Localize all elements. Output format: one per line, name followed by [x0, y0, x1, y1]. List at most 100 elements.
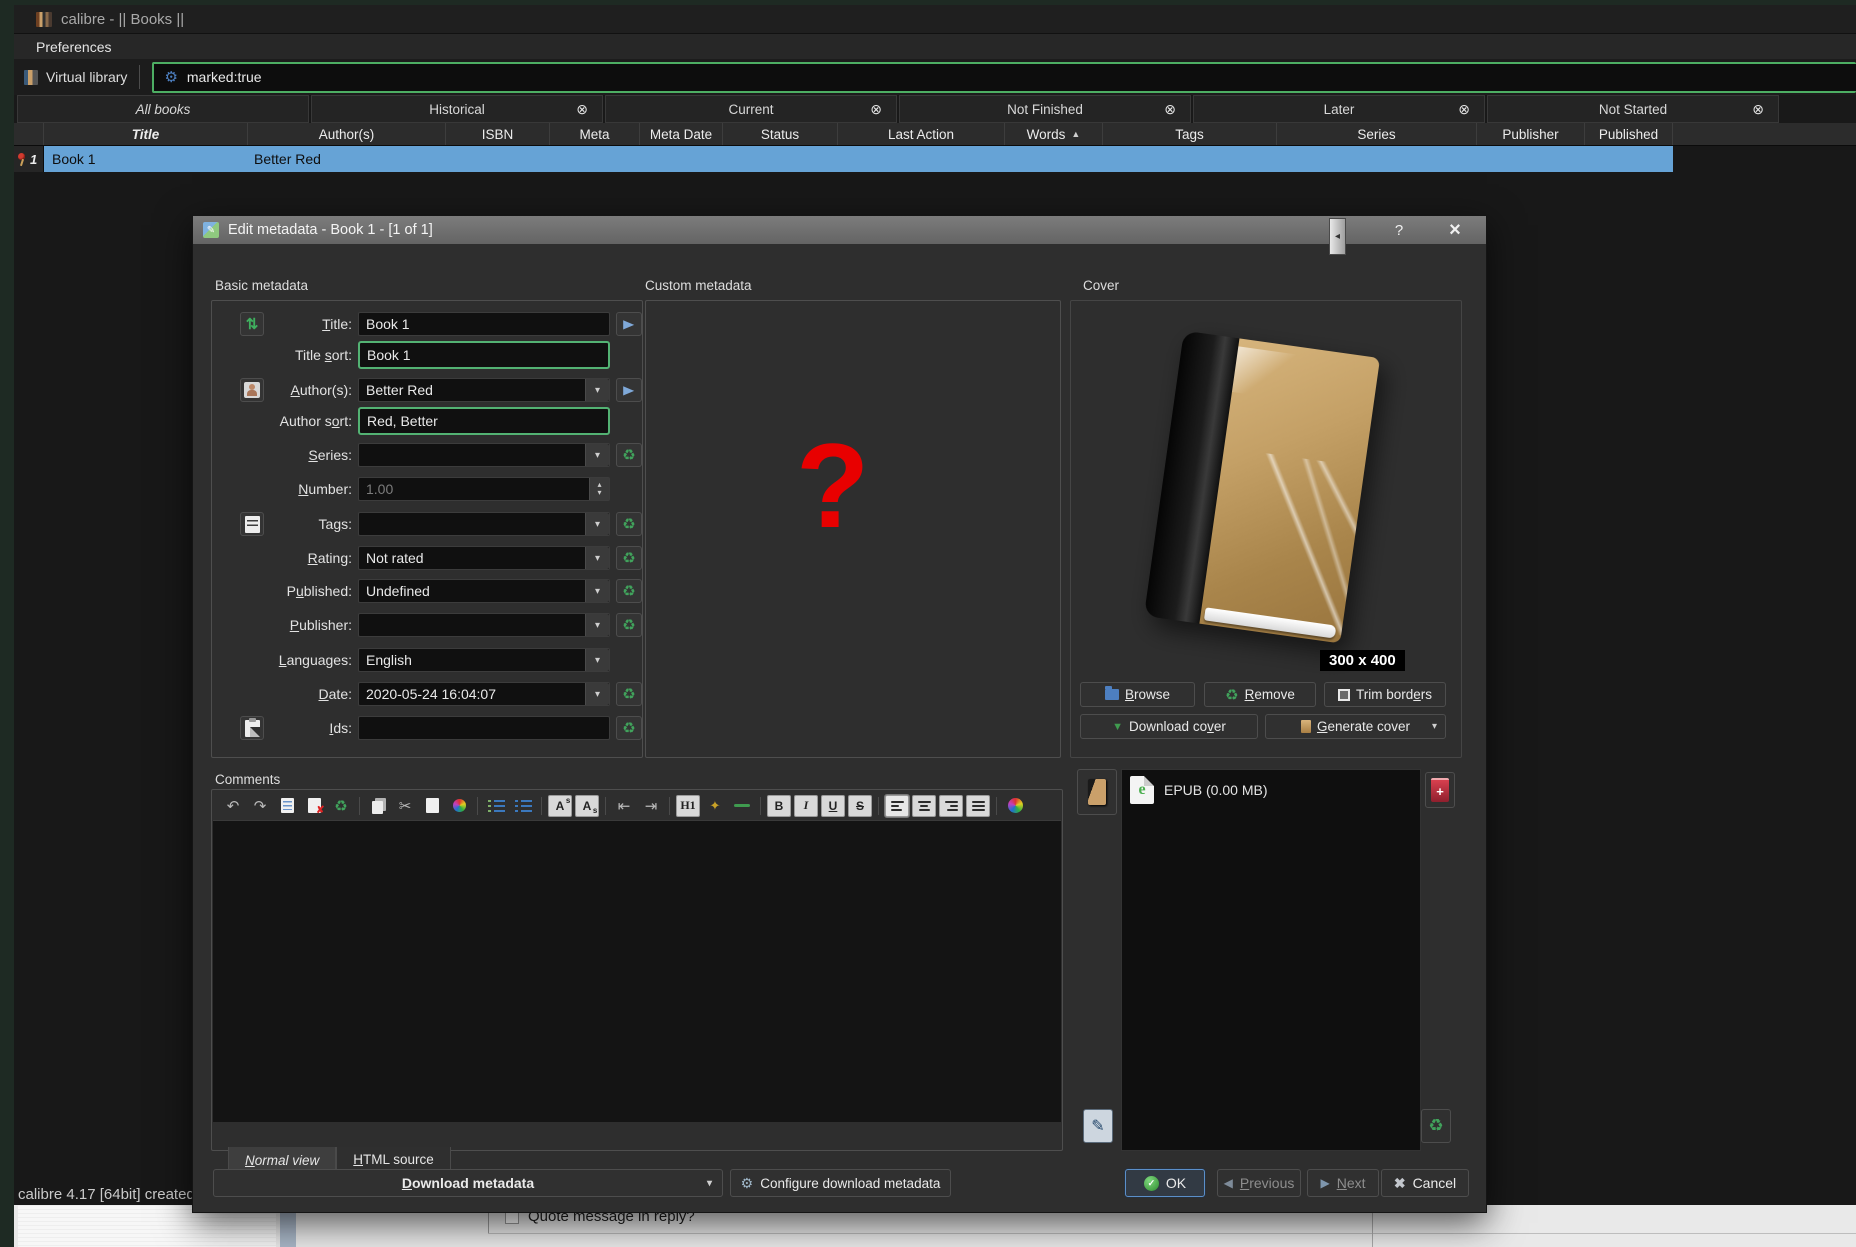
number-spinner[interactable]: 1.00 ▴▾ — [358, 477, 610, 501]
cancel-button[interactable]: ✖ Cancel — [1381, 1169, 1469, 1197]
header-last-action[interactable]: Last Action — [838, 123, 1005, 145]
date-combobox[interactable]: 2020-05-24 16:04:07 ▾ — [358, 682, 610, 706]
title-sort-input[interactable]: Book 1 — [358, 341, 610, 369]
published-clear-button[interactable]: ♻ — [616, 579, 642, 603]
smarten-punctuation-button[interactable]: ✦ — [703, 795, 727, 817]
date-clear-button[interactable]: ♻ — [616, 682, 642, 706]
header-tags[interactable]: Tags — [1103, 123, 1277, 145]
table-row[interactable]: 1 Book 1 Better Red — [14, 146, 1856, 172]
tab-not-started[interactable]: Not Started ⊗ — [1487, 95, 1779, 123]
chevron-down-icon[interactable]: ▾ — [585, 547, 609, 569]
tab-close-icon[interactable]: ⊗ — [1752, 101, 1764, 118]
chevron-down-icon[interactable]: ▾ — [585, 683, 609, 705]
align-left-button[interactable] — [885, 795, 909, 817]
chevron-down-icon[interactable]: ▾ — [585, 444, 609, 466]
add-format-button[interactable]: + — [1425, 772, 1455, 808]
chevron-down-icon[interactable]: ▾ — [585, 580, 609, 602]
manage-authors-button[interactable] — [240, 378, 264, 402]
dialog-titlebar[interactable]: ✎ Edit metadata - Book 1 - [1 of 1] ◂ ? … — [193, 216, 1486, 244]
clear-formatting-button[interactable]: ✘ — [302, 795, 326, 817]
search-gear-icon[interactable]: ⚙ — [164, 68, 177, 86]
chevron-down-icon[interactable]: ▾ — [585, 649, 609, 671]
chevron-down-icon[interactable]: ▾ — [585, 614, 609, 636]
tab-close-icon[interactable]: ⊗ — [1458, 101, 1470, 118]
copy-button[interactable] — [366, 795, 390, 817]
author-sort-input[interactable]: Red, Better — [358, 407, 610, 435]
trim-borders-button[interactable]: Trim borders — [1324, 682, 1446, 707]
ids-clear-button[interactable]: ♻ — [616, 716, 642, 740]
tab-historical[interactable]: Historical ⊗ — [311, 95, 603, 123]
tags-combobox[interactable]: ▾ — [358, 512, 610, 536]
header-authors[interactable]: Author(s) — [248, 123, 446, 145]
rating-clear-button[interactable]: ♻ — [616, 546, 642, 570]
tab-close-icon[interactable]: ⊗ — [870, 101, 882, 118]
cover-image[interactable] — [1144, 331, 1380, 644]
format-row-epub[interactable]: e EPUB (0.00 MB) — [1122, 770, 1420, 810]
tags-editor-button[interactable] — [240, 512, 264, 536]
header-status[interactable]: Status — [723, 123, 838, 145]
auto-author-sort-button[interactable]: ▶ — [616, 378, 642, 402]
generate-cover-button[interactable]: Generate cover ▾ — [1265, 714, 1446, 739]
download-metadata-button[interactable]: Download metadata ▾ — [213, 1169, 723, 1197]
header-isbn[interactable]: ISBN — [446, 123, 550, 145]
series-combobox[interactable]: ▾ — [358, 443, 610, 467]
edit-comments-button[interactable]: ✎ — [1083, 1109, 1113, 1143]
strikethrough-button[interactable]: S — [848, 795, 872, 817]
underline-button[interactable]: U — [821, 795, 845, 817]
search-input[interactable]: ⚙ marked:true — [152, 62, 1856, 93]
bold-button[interactable]: B — [767, 795, 791, 817]
undo-button[interactable]: ↶ — [221, 795, 245, 817]
auto-title-sort-button[interactable]: ▶ — [616, 312, 642, 336]
header-words[interactable]: Words ▲ — [1005, 123, 1103, 145]
header-meta[interactable]: Meta — [550, 123, 640, 145]
dialog-close-button[interactable]: × — [1435, 216, 1475, 244]
selected-book-row[interactable]: Book 1 Better Red — [44, 146, 1673, 172]
subscript-button[interactable]: As — [575, 795, 599, 817]
publisher-clear-button[interactable]: ♻ — [616, 613, 642, 637]
comments-editor[interactable] — [213, 821, 1061, 1122]
clear-button[interactable]: ♻ — [329, 795, 353, 817]
rating-combobox[interactable]: Not rated ▾ — [358, 546, 610, 570]
header-published[interactable]: Published — [1585, 123, 1673, 145]
align-center-button[interactable] — [912, 795, 936, 817]
configure-download-metadata-button[interactable]: ⚙ Configure download metadata — [730, 1169, 951, 1197]
remove-cover-button[interactable]: ♻ Remove — [1204, 682, 1316, 707]
indent-button[interactable]: ⇥ — [639, 795, 663, 817]
redo-button[interactable]: ↷ — [248, 795, 272, 817]
chevron-down-icon[interactable]: ▾ — [585, 379, 609, 401]
tab-close-icon[interactable]: ⊗ — [576, 101, 588, 118]
ordered-list-button[interactable] — [484, 795, 508, 817]
tab-close-icon[interactable]: ⊗ — [1164, 101, 1176, 118]
select-all-button[interactable] — [275, 795, 299, 817]
unordered-list-button[interactable] — [511, 795, 535, 817]
remove-format-button[interactable]: ♻ — [1421, 1109, 1451, 1143]
heading-style-button[interactable]: H1 — [676, 795, 700, 817]
header-publisher[interactable]: Publisher — [1477, 123, 1585, 145]
tab-current[interactable]: Current ⊗ — [605, 95, 897, 123]
chevron-down-icon[interactable]: ▾ — [1432, 721, 1437, 732]
download-cover-button[interactable]: ▼ Download cover — [1080, 714, 1258, 739]
italic-button[interactable]: I — [794, 795, 818, 817]
languages-combobox[interactable]: English ▾ — [358, 648, 610, 672]
series-clear-button[interactable]: ♻ — [616, 443, 642, 467]
menu-preferences[interactable]: Preferences — [36, 39, 111, 55]
header-series[interactable]: Series — [1277, 123, 1477, 145]
outdent-button[interactable]: ⇤ — [612, 795, 636, 817]
ids-paste-button[interactable] — [240, 716, 264, 740]
align-justify-button[interactable] — [966, 795, 990, 817]
background-color-button[interactable] — [447, 795, 471, 817]
chevron-down-icon[interactable]: ▾ — [707, 1178, 712, 1189]
browse-cover-button[interactable]: Browse — [1080, 682, 1195, 707]
title-input[interactable]: Book 1 — [358, 312, 610, 336]
insert-hr-button[interactable] — [730, 795, 754, 817]
superscript-button[interactable]: As — [548, 795, 572, 817]
tab-later[interactable]: Later ⊗ — [1193, 95, 1485, 123]
chevron-down-icon[interactable]: ▾ — [585, 513, 609, 535]
previous-button[interactable]: ◀ Previous — [1217, 1169, 1301, 1197]
next-button[interactable]: ▶ Next — [1307, 1169, 1379, 1197]
text-color-button[interactable] — [1003, 795, 1027, 817]
spinner-arrows[interactable]: ▴▾ — [589, 478, 609, 500]
ids-input[interactable] — [358, 716, 610, 740]
tags-clear-button[interactable]: ♻ — [616, 512, 642, 536]
published-combobox[interactable]: Undefined ▾ — [358, 579, 610, 603]
